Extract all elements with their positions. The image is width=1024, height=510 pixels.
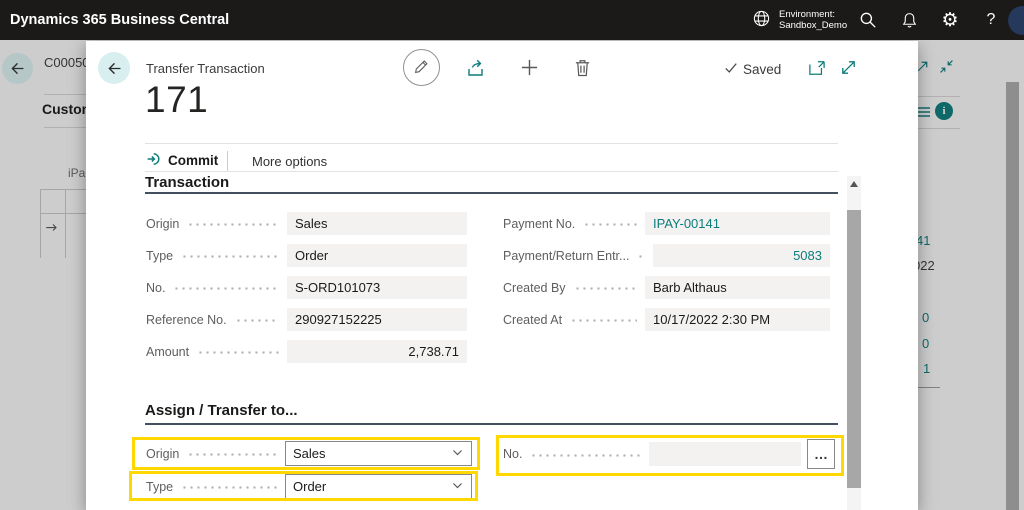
open-in-window-icon[interactable] (808, 60, 826, 79)
field-payment-return-entry-value[interactable]: 5083 (653, 244, 830, 267)
scrollbar-thumb[interactable] (847, 210, 861, 488)
resize-diagonal-icon[interactable] (839, 58, 858, 80)
field-reference-no: Reference No. 290927152225 (146, 308, 467, 331)
share-icon[interactable] (466, 58, 487, 81)
assist-edit-button[interactable]: … (807, 439, 835, 469)
assign-type-select[interactable]: Order (285, 474, 472, 499)
field-created-by: Created By Barb Althaus (503, 276, 830, 299)
field-origin-value: Sales (287, 212, 467, 235)
assign-no-row: No. … (503, 439, 835, 469)
assign-section-heading: Assign / Transfer to... (145, 402, 298, 419)
saved-check-icon (724, 61, 738, 78)
field-type-value: Order (287, 244, 467, 267)
app-header: Dynamics 365 Business Central Environmen… (0, 0, 1024, 40)
field-payment-no-value[interactable]: IPAY-00141 (645, 212, 830, 235)
record-title: 171 (145, 79, 208, 121)
field-payment-return-entry: Payment/Return Entr... 5083 (503, 244, 830, 267)
commit-button[interactable]: Commit (146, 151, 218, 170)
app-title[interactable]: Dynamics 365 Business Central (10, 0, 229, 40)
field-payment-no: Payment No. IPAY-00141 (503, 212, 830, 235)
edit-button[interactable] (403, 49, 440, 86)
field-no: No. S-ORD101073 (146, 276, 467, 299)
account-avatar[interactable] (1008, 6, 1024, 35)
field-reference-no-value: 290927152225 (287, 308, 467, 331)
dialog-caption: Transfer Transaction (146, 61, 265, 76)
new-plus-icon[interactable] (520, 58, 539, 80)
field-created-at-value: 10/17/2022 2:30 PM (645, 308, 830, 331)
help-icon[interactable]: ? (979, 0, 1003, 40)
field-created-by-value: Barb Althaus (645, 276, 830, 299)
search-icon[interactable] (856, 0, 880, 40)
more-options-button[interactable]: More options (252, 154, 327, 169)
saved-status: Saved (724, 61, 781, 78)
pencil-icon (413, 58, 430, 78)
transaction-section-heading: Transaction (145, 174, 229, 191)
back-button[interactable] (98, 52, 130, 84)
environment-picker[interactable]: Environment: Sandbox_Demo (752, 0, 847, 40)
assign-origin-row: Origin Sales (146, 441, 472, 466)
commit-label: Commit (168, 153, 218, 168)
environment-name: Sandbox_Demo (779, 20, 847, 31)
globe-icon (752, 9, 771, 31)
delete-trash-icon[interactable] (574, 58, 591, 80)
notifications-bell-icon[interactable] (897, 0, 921, 40)
chevron-down-icon (451, 446, 464, 462)
modal-scrollbar[interactable] (847, 176, 861, 510)
field-amount-value: 2,738.71 (287, 340, 467, 363)
scrollbar-up-button[interactable] (847, 176, 861, 191)
transfer-transaction-dialog: Transfer Transaction Saved 171 (86, 41, 918, 510)
assign-origin-select[interactable]: Sales (285, 441, 472, 466)
field-origin: Origin Sales (146, 212, 467, 235)
assign-type-row: Type Order (146, 474, 472, 499)
saved-label: Saved (743, 62, 781, 77)
environment-label: Environment: (779, 9, 847, 20)
field-no-value: S-ORD101073 (287, 276, 467, 299)
settings-gear-icon[interactable]: ⚙ (938, 0, 962, 40)
assign-no-input[interactable] (649, 442, 801, 466)
commit-arrow-icon (146, 151, 162, 170)
chevron-down-icon (451, 479, 464, 495)
field-created-at: Created At 10/17/2022 2:30 PM (503, 308, 830, 331)
field-type: Type Order (146, 244, 467, 267)
field-amount: Amount 2,738.71 (146, 340, 467, 363)
